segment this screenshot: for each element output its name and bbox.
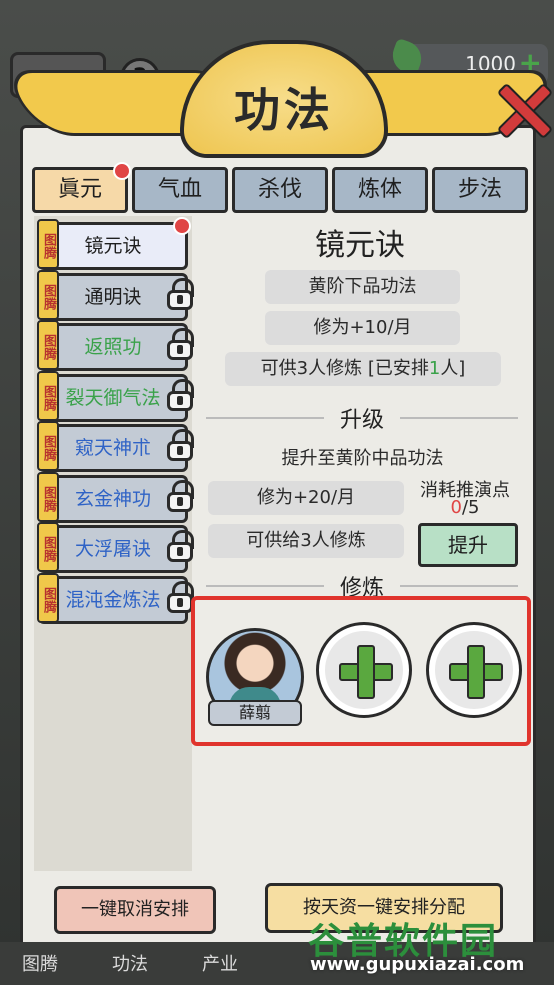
notification-dot [173, 217, 191, 235]
lock-icon [167, 277, 194, 310]
nav-item-skills[interactable]: 功法 [112, 950, 148, 980]
lock-icon [167, 328, 194, 360]
capacity-text: 可供3人修炼 [已安排 [260, 358, 429, 379]
tab-lianti[interactable]: 炼体 [332, 167, 428, 213]
skill-item[interactable]: 图腾 大浮屠诀 [37, 522, 194, 573]
upgrade-button[interactable]: 提升 [418, 523, 518, 567]
nav-item-totem[interactable]: 图腾 [22, 950, 58, 980]
tab-shafa[interactable]: 杀伐 [232, 167, 328, 213]
tab-label: 炼体 [357, 177, 402, 202]
upgrade-heading: 升级 [339, 408, 384, 433]
skill-item[interactable]: 图腾 镜元诀 [37, 217, 191, 270]
skill-name: 混沌金炼法 [65, 588, 161, 611]
tab-label: 杀伐 [257, 177, 302, 202]
capacity-count: 1 [428, 358, 441, 379]
watermark: 谷普软件园 www.gupuxiazai.com [300, 912, 550, 982]
tab-label: 气血 [157, 177, 202, 202]
cancel-all-button[interactable]: 一键取消安排 [54, 886, 216, 934]
tab-label: 眞元 [57, 177, 102, 202]
capacity-suffix: 人] [440, 358, 466, 379]
skill-name: 返照功 [84, 336, 142, 358]
divider [206, 417, 324, 419]
add-practitioner-slot[interactable] [316, 622, 412, 718]
tab-label: 步法 [457, 177, 502, 202]
cost-value: 0/5 [415, 497, 515, 518]
lock-icon [167, 580, 194, 613]
skill-item[interactable]: 图腾 窥天神朮 [37, 421, 194, 472]
lock-icon [167, 429, 194, 461]
upgrade-cultivation: 修为+20/月 [208, 481, 404, 515]
tab-zhenyuan[interactable]: 眞元 [32, 162, 131, 213]
practitioner-name: 薛翦 [208, 700, 302, 726]
plus-icon [357, 645, 375, 699]
cost-current: 0 [450, 497, 462, 518]
notification-dot [113, 162, 131, 180]
lock-icon [167, 479, 194, 512]
skill-grade: 黄阶下品功法 [265, 270, 460, 304]
skill-name: 裂天御气法 [65, 386, 161, 409]
skill-title: 镜元诀 [315, 228, 405, 263]
skill-cultivation: 修为+10/月 [265, 311, 460, 345]
skill-name: 玄金神功 [74, 487, 151, 510]
close-icon[interactable] [496, 82, 550, 136]
divider [400, 585, 518, 587]
nav-item-industry[interactable]: 产业 [202, 950, 238, 980]
upgrade-desc: 提升至黄阶中品功法 [281, 448, 444, 469]
skill-item[interactable]: 图腾 返照功 [37, 320, 194, 371]
page-title: 功法 [234, 83, 334, 137]
add-practitioner-slot[interactable] [426, 622, 522, 718]
skill-name: 通明诀 [84, 285, 142, 308]
skill-capacity: 可供3人修炼 [已安排1人] [225, 352, 501, 386]
lock-icon [167, 530, 194, 562]
skill-name: 镜元诀 [84, 235, 142, 257]
skill-item[interactable]: 图腾 通明诀 [37, 269, 194, 321]
tab-bufa[interactable]: 步法 [432, 167, 528, 213]
skill-name: 大浮屠诀 [74, 538, 151, 560]
skill-item[interactable]: 图腾 混沌金炼法 [37, 572, 194, 624]
skill-item[interactable]: 图腾 裂天御气法 [37, 370, 194, 422]
tab-qixue[interactable]: 气血 [132, 167, 228, 213]
upgrade-capacity: 可供给3人修炼 [208, 524, 404, 558]
cost-total: /5 [461, 497, 480, 518]
watermark-url: www.gupuxiazai.com [310, 954, 525, 975]
divider [400, 417, 518, 419]
lock-icon [167, 378, 194, 411]
skill-name: 窥天神朮 [74, 437, 151, 459]
skill-item[interactable]: 图腾 玄金神功 [37, 471, 194, 523]
plus-icon [467, 645, 485, 699]
divider [206, 585, 324, 587]
